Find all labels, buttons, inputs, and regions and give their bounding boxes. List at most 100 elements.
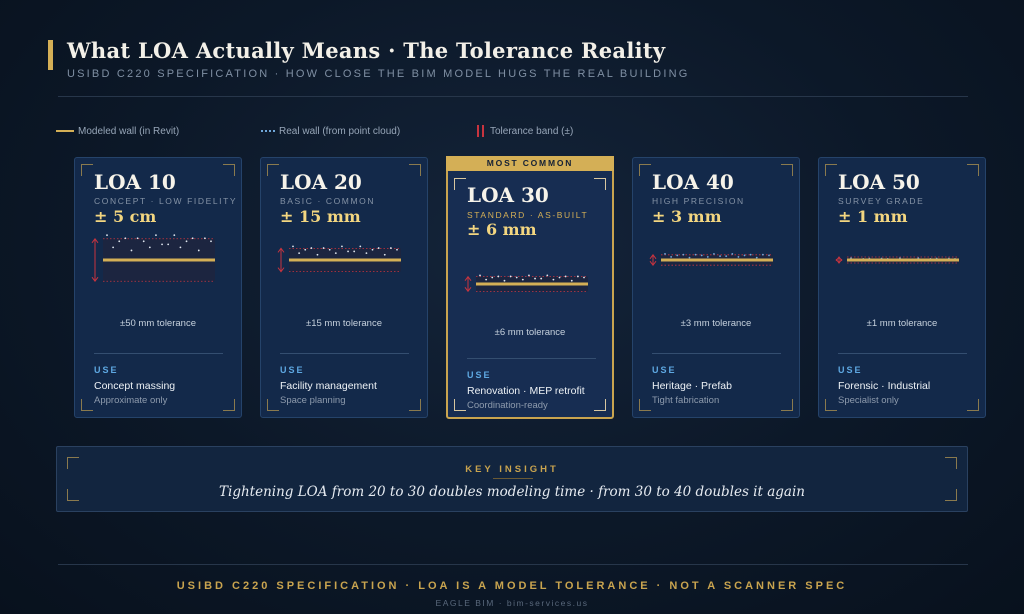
legend-item-real: Real wall (from point cloud) [261,124,400,138]
point-cloud-dot [503,279,506,282]
tolerance-caption: ±3 mm tolerance [680,318,752,329]
point-cloud-dot [130,249,133,252]
point-cloud-dot [688,256,691,259]
real-wall-swatch [261,130,275,132]
point-cloud-dot [670,256,673,258]
insight-label: KEY INSIGHT [465,464,559,475]
point-cloud-dot [377,247,380,249]
point-cloud-dot [371,248,374,251]
point-cloud-dot [347,250,349,253]
legend-item-tolerance: Tolerance band (±) [476,124,573,138]
point-cloud-dot [136,237,139,240]
point-cloud-dot [761,253,764,256]
point-cloud-dot [534,277,536,280]
point-cloud-dot [148,246,151,249]
point-cloud-dot [203,237,206,240]
page-subtitle: USIBD C220 SPECIFICATION · HOW CLOSE THE… [67,68,690,80]
point-cloud-dot [210,240,212,243]
use-case: Renovation · MEP retrofit [467,385,585,397]
point-cloud-dot [546,274,549,277]
point-cloud-dot [124,237,127,240]
point-cloud-dot [328,248,331,251]
insight-underline [493,478,533,479]
page-title: What LOA Actually Means · The Tolerance … [67,38,666,63]
point-cloud-dot [316,253,319,256]
modeled-wall-line [476,282,588,286]
modeled-wall-line [847,258,959,262]
point-cloud-dot [173,234,176,237]
point-cloud-dot [540,277,543,280]
tolerance-diagram [464,274,588,293]
card-divider [652,353,781,354]
modeled-wall-line [289,258,401,262]
point-cloud-dot [341,245,343,248]
point-cloud-dot [570,279,573,282]
use-note: Coordination-ready [467,400,548,411]
point-cloud-dot [491,276,494,279]
point-cloud-dot [497,275,500,278]
point-cloud-dot [106,234,108,237]
use-note: Space planning [280,395,346,406]
point-cloud-dot [700,254,703,257]
point-cloud-dot [564,275,567,278]
loa-card-50: LOA 50 SURVEY GRADE ± 1 mm ±1 mm toleran… [818,157,986,418]
point-cloud-dot [664,253,666,255]
point-cloud-dot [694,253,697,256]
tolerance-caption: ±1 mm tolerance [866,318,938,329]
use-label: USE [467,370,492,380]
use-label: USE [652,365,677,375]
point-cloud-dot [713,253,715,255]
point-cloud-dot [755,256,758,259]
use-note: Tight fabrication [652,395,720,406]
loa-card-20: LOA 20 BASIC · COMMON ± 15 mm ±15 mm tol… [260,157,428,418]
use-label: USE [94,365,119,375]
modeled-wall-swatch [56,130,74,132]
card-divider [280,353,409,354]
legend-label-tolerance: Tolerance band (±) [490,125,574,137]
point-cloud-dot [749,253,752,256]
point-cloud-dot [509,275,512,278]
tolerance-caption: ±6 mm tolerance [494,327,566,338]
use-label: USE [838,365,863,375]
point-cloud-dot [479,274,481,277]
card-divider [467,358,596,359]
use-case: Heritage · Prefab [652,380,732,392]
modeled-wall-line [103,258,215,262]
point-cloud-dot [389,247,392,249]
point-cloud-dot [558,276,561,279]
point-cloud-dot [365,252,368,254]
point-cloud-dot [743,254,746,257]
card-divider [94,353,223,354]
use-case: Facility management [280,380,377,392]
point-cloud-dot [155,234,157,237]
point-cloud-dot [521,278,524,281]
use-label: USE [280,365,305,375]
point-cloud-dot [676,254,679,257]
point-cloud-dot [118,240,121,243]
title-accent-bar [48,40,53,70]
point-cloud-dot [396,248,398,251]
use-case: Concept massing [94,380,176,392]
legend-label-modeled: Modeled wall (in Revit) [78,125,180,137]
footer-statement: USIBD C220 SPECIFICATION · LOA IS A MODE… [176,580,848,592]
point-cloud-dot [768,254,770,257]
point-cloud-dot [583,276,585,279]
point-cloud-dot [142,240,145,243]
loa-card-30: MOST COMMON LOA 30 STANDARD · AS-BUILT ±… [446,156,614,419]
point-cloud-dot [706,256,709,258]
tolerance-band-swatch [476,125,486,137]
footer-divider [58,564,968,565]
point-cloud-dot [552,278,555,281]
point-cloud-dot [737,256,740,258]
point-cloud-dot [112,246,115,249]
point-cloud-dot [719,255,721,258]
point-cloud-dot [197,249,200,252]
card-divider [838,353,967,354]
point-cloud-dot [167,243,170,246]
point-cloud-dot [298,252,301,254]
point-cloud-dot [725,255,728,258]
header-divider [58,96,968,97]
point-cloud-dot [322,247,325,249]
insight-text: Tightening LOA from 20 to 30 doubles mod… [219,484,805,500]
point-cloud-dot [576,275,579,278]
